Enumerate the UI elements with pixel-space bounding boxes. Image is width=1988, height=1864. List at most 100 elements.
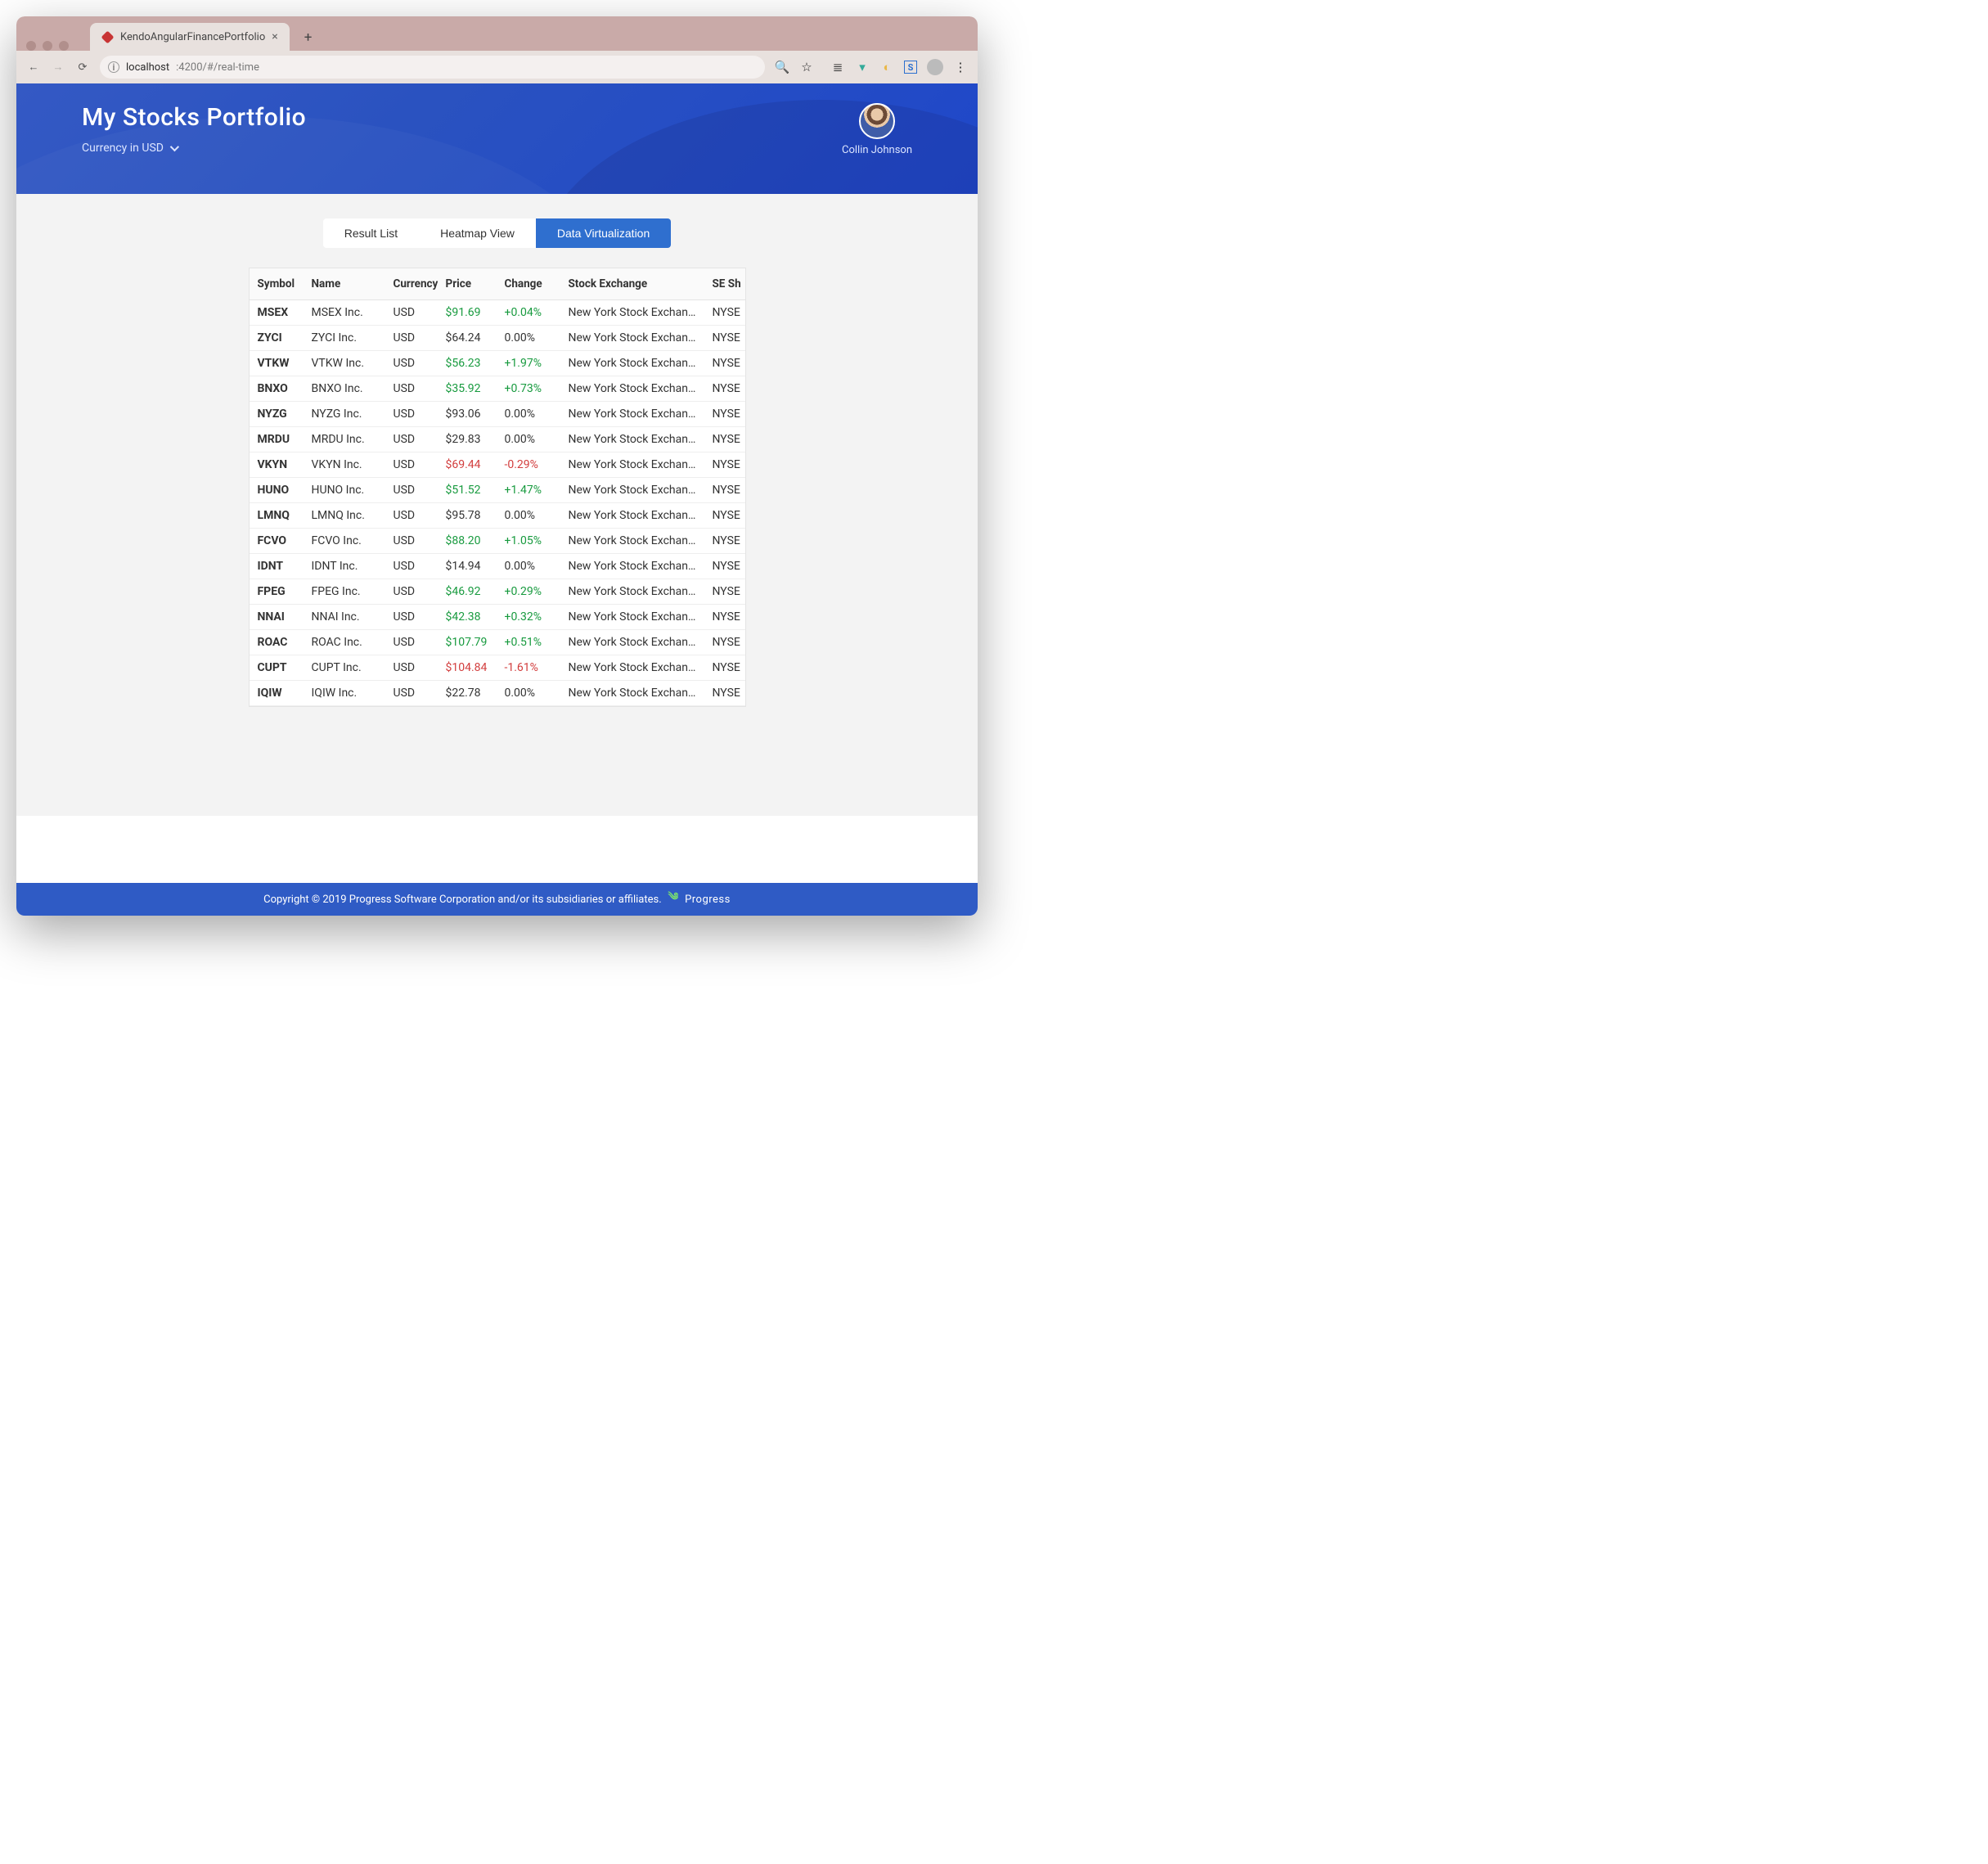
table-row[interactable]: ZYCIZYCI Inc.USD$64.240.00%New York Stoc… xyxy=(250,326,746,351)
cell-price: $56.23 xyxy=(438,351,497,376)
cell-se: NYSE xyxy=(704,503,746,529)
tab-title: KendoAngularFinancePortfolio xyxy=(120,31,265,43)
cell-se: NYSE xyxy=(704,554,746,579)
table-row[interactable]: ROACROAC Inc.USD$107.79+0.51%New York St… xyxy=(250,630,746,655)
close-window-icon[interactable] xyxy=(26,41,36,51)
table-row[interactable]: MRDUMRDU Inc.USD$29.830.00%New York Stoc… xyxy=(250,427,746,452)
view-tabs: Result ListHeatmap ViewData Virtualizati… xyxy=(16,218,978,248)
chevron-down-icon xyxy=(170,142,179,151)
tab-data-virtualization[interactable]: Data Virtualization xyxy=(536,218,671,248)
zoom-icon[interactable]: 🔍 xyxy=(775,60,789,74)
cell-price: $95.78 xyxy=(438,503,497,529)
user-badge[interactable]: Collin Johnson xyxy=(842,103,912,156)
browser-tab[interactable]: KendoAngularFinancePortfolio × xyxy=(90,23,290,51)
cell-currency: USD xyxy=(385,300,438,326)
cell-price: $35.92 xyxy=(438,376,497,402)
cell-name: ZYCI Inc. xyxy=(304,326,385,351)
cell-symbol: CUPT xyxy=(250,655,304,681)
cell-se: NYSE xyxy=(704,326,746,351)
cell-currency: USD xyxy=(385,427,438,452)
col-header[interactable]: Price xyxy=(438,268,497,300)
table-row[interactable]: BNXOBNXO Inc.USD$35.92+0.73%New York Sto… xyxy=(250,376,746,402)
cell-name: VKYN Inc. xyxy=(304,452,385,478)
cell-se: NYSE xyxy=(704,427,746,452)
cell-change: +0.29% xyxy=(497,579,560,605)
col-header[interactable]: Stock Exchange xyxy=(560,268,704,300)
cell-exchange: New York Stock Exchange xyxy=(560,554,704,579)
table-row[interactable]: VKYNVKYN Inc.USD$69.44-0.29%New York Sto… xyxy=(250,452,746,478)
user-name: Collin Johnson xyxy=(842,144,912,156)
new-tab-button[interactable]: + xyxy=(304,29,313,46)
cell-exchange: New York Stock Exchange xyxy=(560,427,704,452)
cell-exchange: New York Stock Exchange xyxy=(560,326,704,351)
maximize-window-icon[interactable] xyxy=(59,41,69,51)
table-row[interactable]: HUNOHUNO Inc.USD$51.52+1.47%New York Sto… xyxy=(250,478,746,503)
table-row[interactable]: IDNTIDNT Inc.USD$14.940.00%New York Stoc… xyxy=(250,554,746,579)
tab-result-list[interactable]: Result List xyxy=(323,218,419,248)
cell-currency: USD xyxy=(385,579,438,605)
cell-se: NYSE xyxy=(704,300,746,326)
table-row[interactable]: MSEXMSEX Inc.USD$91.69+0.04%New York Sto… xyxy=(250,300,746,326)
url-path: :4200/#/real-time xyxy=(176,61,259,74)
close-tab-icon[interactable]: × xyxy=(272,30,277,43)
currency-selector[interactable]: Currency in USD xyxy=(82,142,912,155)
extension-s-icon[interactable]: S xyxy=(904,61,917,74)
stocks-grid[interactable]: SymbolNameCurrencyPriceChangeStock Excha… xyxy=(249,268,746,707)
cell-se: NYSE xyxy=(704,579,746,605)
cell-symbol: VTKW xyxy=(250,351,304,376)
extension-vue-icon[interactable]: ▾ xyxy=(855,60,870,74)
table-row[interactable]: IQIWIQIW Inc.USD$22.780.00%New York Stoc… xyxy=(250,681,746,706)
cell-name: IQIW Inc. xyxy=(304,681,385,706)
extension-buffer-icon[interactable]: ≣ xyxy=(830,60,845,74)
table-row[interactable]: CUPTCUPT Inc.USD$104.84-1.61%New York St… xyxy=(250,655,746,681)
cell-exchange: New York Stock Exchange xyxy=(560,605,704,630)
cell-price: $29.83 xyxy=(438,427,497,452)
cell-symbol: NNAI xyxy=(250,605,304,630)
footer: Copyright © 2019 Progress Software Corpo… xyxy=(16,883,978,916)
info-icon[interactable]: i xyxy=(108,61,119,73)
col-header[interactable]: SE Sh xyxy=(704,268,746,300)
app-body: Result ListHeatmap ViewData Virtualizati… xyxy=(16,194,978,816)
col-header[interactable]: Symbol xyxy=(250,268,304,300)
table-row[interactable]: VTKWVTKW Inc.USD$56.23+1.97%New York Sto… xyxy=(250,351,746,376)
cell-symbol: IDNT xyxy=(250,554,304,579)
reload-button[interactable]: ⟳ xyxy=(75,60,90,74)
cell-currency: USD xyxy=(385,681,438,706)
table-row[interactable]: LMNQLMNQ Inc.USD$95.780.00%New York Stoc… xyxy=(250,503,746,529)
cell-name: IDNT Inc. xyxy=(304,554,385,579)
forward-button[interactable]: → xyxy=(51,60,65,74)
cell-exchange: New York Stock Exchange xyxy=(560,529,704,554)
table-row[interactable]: NNAINNAI Inc.USD$42.38+0.32%New York Sto… xyxy=(250,605,746,630)
cell-price: $22.78 xyxy=(438,681,497,706)
cell-currency: USD xyxy=(385,503,438,529)
cell-name: MRDU Inc. xyxy=(304,427,385,452)
cell-name: NYZG Inc. xyxy=(304,402,385,427)
cell-change: +1.97% xyxy=(497,351,560,376)
window-controls[interactable] xyxy=(26,41,69,51)
cell-change: -1.61% xyxy=(497,655,560,681)
cell-name: FPEG Inc. xyxy=(304,579,385,605)
cell-currency: USD xyxy=(385,655,438,681)
cell-currency: USD xyxy=(385,326,438,351)
table-row[interactable]: FCVOFCVO Inc.USD$88.20+1.05%New York Sto… xyxy=(250,529,746,554)
address-bar[interactable]: i localhost:4200/#/real-time xyxy=(100,56,765,79)
cell-change: +1.05% xyxy=(497,529,560,554)
table-row[interactable]: NYZGNYZG Inc.USD$93.060.00%New York Stoc… xyxy=(250,402,746,427)
back-button[interactable]: ← xyxy=(26,60,41,74)
star-icon[interactable]: ☆ xyxy=(799,60,814,74)
cell-change: +0.73% xyxy=(497,376,560,402)
menu-icon[interactable]: ⋮ xyxy=(953,60,968,74)
col-header[interactable]: Currency xyxy=(385,268,438,300)
cell-exchange: New York Stock Exchange xyxy=(560,376,704,402)
cell-se: NYSE xyxy=(704,529,746,554)
minimize-window-icon[interactable] xyxy=(43,41,52,51)
tab-heatmap-view[interactable]: Heatmap View xyxy=(419,218,536,248)
table-row[interactable]: FPEGFPEG Inc.USD$46.92+0.29%New York Sto… xyxy=(250,579,746,605)
profile-avatar-icon[interactable] xyxy=(927,59,943,75)
col-header[interactable]: Name xyxy=(304,268,385,300)
col-header[interactable]: Change xyxy=(497,268,560,300)
extension-moon-icon[interactable]: ◐ xyxy=(879,60,894,74)
cell-exchange: New York Stock Exchange xyxy=(560,351,704,376)
cell-symbol: IQIW xyxy=(250,681,304,706)
cell-se: NYSE xyxy=(704,351,746,376)
